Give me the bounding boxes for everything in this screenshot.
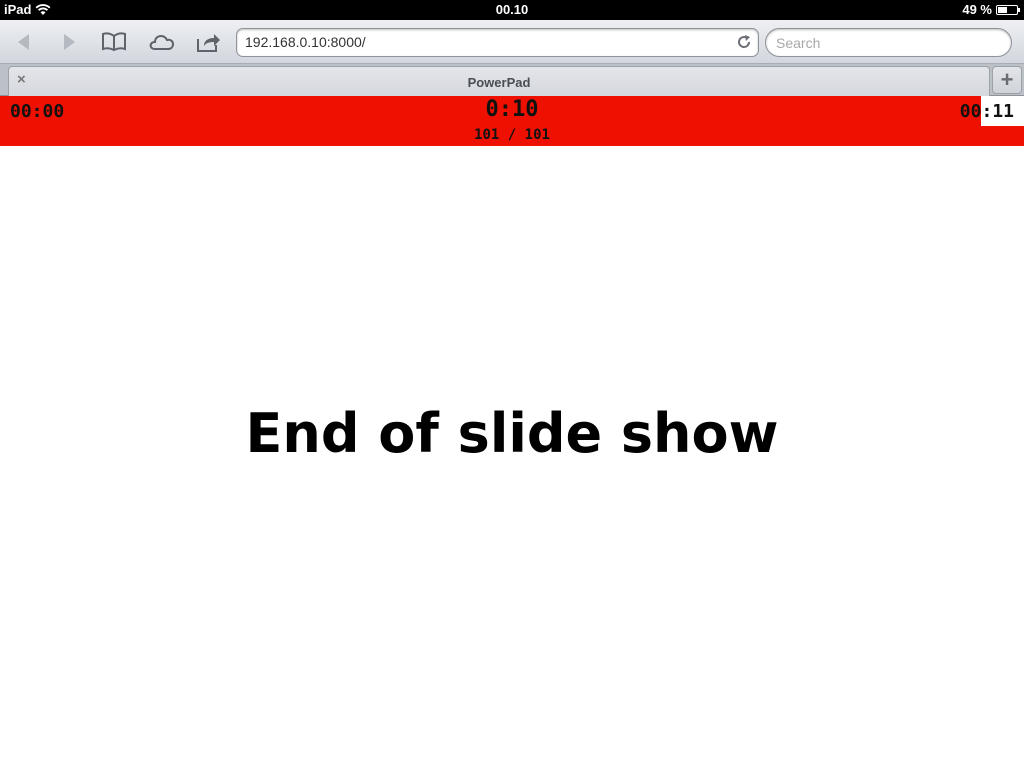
status-time: 00.10	[495, 2, 529, 17]
status-right: 49 %	[962, 2, 1020, 17]
slide-counter: 101 / 101	[474, 127, 550, 143]
search-placeholder: Search	[776, 35, 821, 51]
battery-percent: 49 %	[962, 2, 992, 17]
slide-area[interactable]: End of slide show	[0, 146, 1024, 768]
slide-timer: 0:10	[485, 97, 539, 122]
battery-fill	[998, 6, 1007, 13]
presenter-bar: 00:00 0:10 101 / 101 00 :11	[0, 96, 1024, 146]
browser-toolbar: 192.168.0.10:8000/ Search	[0, 20, 1024, 64]
share-button[interactable]	[195, 29, 223, 55]
clock-hours: 00	[959, 100, 982, 122]
book-icon	[102, 32, 126, 52]
share-icon	[197, 34, 220, 52]
cloud-icon	[149, 34, 175, 50]
url-text: 192.168.0.10:8000/	[245, 34, 366, 50]
tab-powerpad[interactable]: × PowerPad	[8, 66, 990, 96]
clock-minutes: :11	[981, 96, 1024, 126]
back-button[interactable]	[10, 29, 38, 55]
icloud-tabs-button[interactable]	[148, 29, 176, 55]
plus-icon: +	[1000, 67, 1014, 92]
tab-title: PowerPad	[467, 75, 531, 90]
url-field[interactable]: 192.168.0.10:8000/	[236, 28, 759, 57]
clock: 00 :11	[960, 96, 1024, 126]
forward-button[interactable]	[55, 29, 83, 55]
reload-button[interactable]	[736, 34, 752, 53]
new-tab-button[interactable]: +	[992, 66, 1022, 94]
forward-arrow-icon	[64, 34, 75, 50]
tab-bar: × PowerPad +	[0, 64, 1024, 96]
status-bar: iPad 00.10 49 %	[0, 0, 1024, 20]
battery-icon	[996, 4, 1020, 15]
reload-icon	[738, 35, 751, 48]
bookmarks-button[interactable]	[100, 29, 128, 55]
end-of-slideshow-message: End of slide show	[245, 402, 779, 465]
back-arrow-icon	[18, 34, 29, 50]
search-field[interactable]: Search	[765, 28, 1012, 57]
